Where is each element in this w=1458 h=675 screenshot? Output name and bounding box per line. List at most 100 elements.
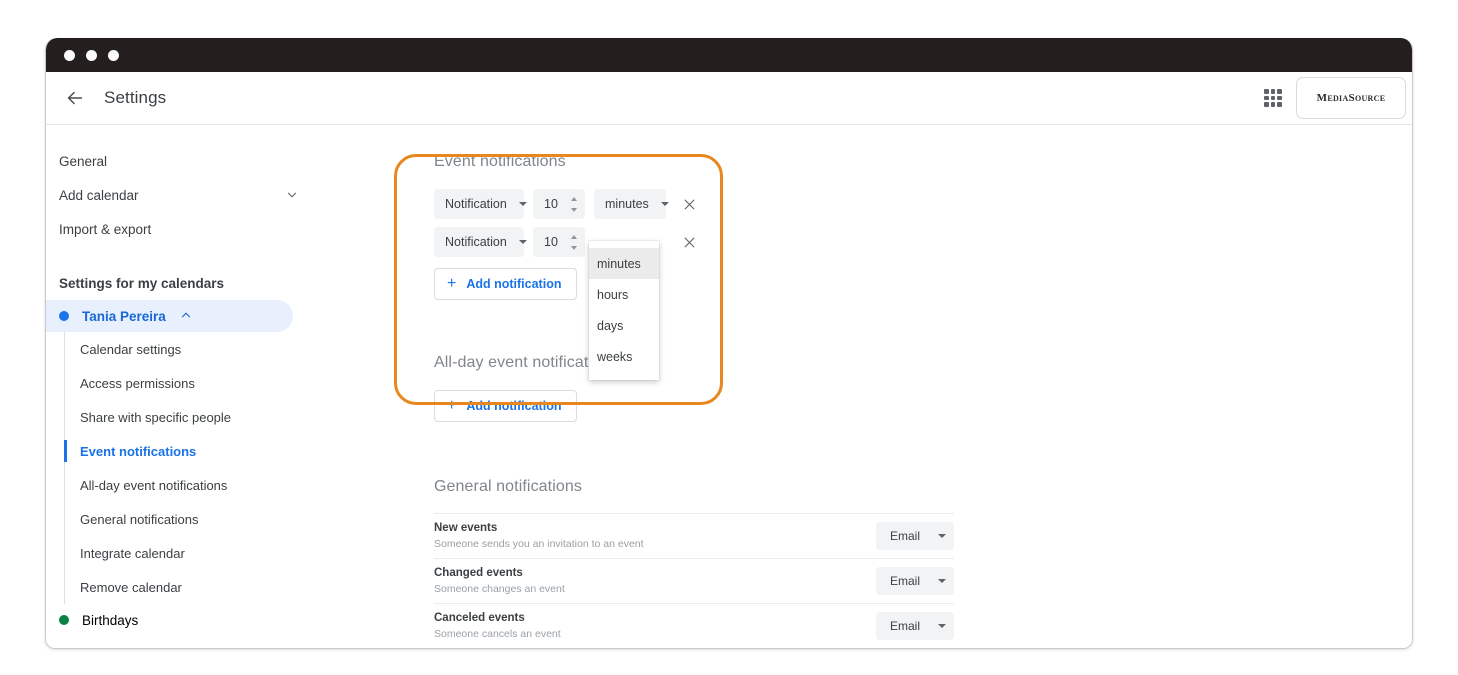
remove-notification-button[interactable] — [679, 194, 699, 214]
notification-row: Notification 10 minutes — [434, 188, 1413, 220]
notification-description: Someone sends you an invitation to an ev… — [434, 537, 876, 551]
notification-channel-value: Email — [890, 619, 920, 633]
chevron-down-icon — [285, 188, 299, 202]
add-allday-notification-button[interactable]: + Add notification — [434, 390, 577, 422]
add-notification-button[interactable]: + Add notification — [434, 268, 577, 300]
notification-row: Notification 10 minutes — [434, 226, 1413, 258]
sidebar-item-access-permissions[interactable]: Access permissions — [66, 366, 371, 400]
unit-dropdown-menu[interactable]: minutes hours days weeks — [589, 241, 659, 380]
notification-name: Changed events — [434, 566, 876, 582]
dropdown-option-hours[interactable]: hours — [589, 279, 659, 310]
sidebar-item-label: Import & export — [59, 222, 151, 237]
notification-channel-select[interactable]: Email — [876, 522, 954, 550]
add-notification-label: Add notification — [466, 399, 561, 413]
window-minimize-button[interactable] — [86, 50, 97, 61]
sidebar-item-general[interactable]: General — [46, 144, 299, 178]
calendar-color-dot — [59, 311, 69, 321]
sidebar-item-label: General notifications — [80, 512, 199, 527]
notification-name: New events — [434, 521, 876, 537]
dropdown-option-minutes[interactable]: minutes — [589, 248, 659, 279]
notification-name: Canceled events — [434, 611, 876, 627]
chevron-down-icon — [661, 202, 669, 206]
general-notifications-list: New events Someone sends you an invitati… — [434, 513, 954, 649]
window-titlebar — [46, 38, 1412, 72]
sidebar-item-event-notifications[interactable]: Event notifications — [66, 434, 371, 468]
sidebar-item-label: Remove calendar — [80, 580, 182, 595]
notification-info: Changed events Someone changes an event — [434, 566, 876, 596]
sidebar-item-integrate-calendar[interactable]: Integrate calendar — [66, 536, 371, 570]
chevron-down-icon — [938, 534, 946, 538]
header-actions: MediaSource — [1264, 77, 1412, 119]
dropdown-option-weeks[interactable]: weeks — [589, 341, 659, 372]
dropdown-option-label: weeks — [597, 350, 632, 364]
sidebar-item-label: Tania Pereira — [82, 309, 166, 324]
table-row-partial — [434, 648, 954, 649]
sidebar-item-label: Access permissions — [80, 376, 195, 391]
notification-description: Someone cancels an event — [434, 627, 876, 641]
sidebar-item-import-export[interactable]: Import & export — [46, 212, 299, 246]
notification-unit-value: minutes — [605, 197, 649, 211]
sidebar-item-remove-calendar[interactable]: Remove calendar — [66, 570, 371, 604]
sidebar-item-label: All-day event notifications — [80, 478, 227, 493]
window-maximize-button[interactable] — [108, 50, 119, 61]
sidebar-item-all-day-event-notifications[interactable]: All-day event notifications — [66, 468, 371, 502]
dropdown-option-label: hours — [597, 288, 628, 302]
notification-channel-select[interactable]: Email — [876, 612, 954, 640]
sidebar-item-share-with-specific-people[interactable]: Share with specific people — [66, 400, 371, 434]
sidebar-item-calendar-settings[interactable]: Calendar settings — [66, 332, 371, 366]
sidebar-item-label: Calendar settings — [80, 342, 181, 357]
plus-icon: + — [447, 398, 456, 414]
dropdown-option-label: minutes — [597, 257, 641, 271]
sidebar-item-general-notifications[interactable]: General notifications — [66, 502, 371, 536]
sidebar: General Add calendar Import & export Set… — [46, 125, 371, 649]
notification-amount-value: 10 — [544, 197, 558, 211]
notification-amount-stepper[interactable]: 10 — [533, 227, 585, 257]
browser-window: Settings MediaSource General Add calenda… — [45, 38, 1413, 649]
notification-type-value: Notification — [445, 197, 507, 211]
notification-unit-select[interactable]: minutes — [594, 189, 666, 219]
notification-channel-value: Email — [890, 529, 920, 543]
notification-type-value: Notification — [445, 235, 507, 249]
app-header: Settings MediaSource — [46, 72, 1412, 125]
sidebar-item-label: Birthdays — [82, 613, 138, 628]
sidebar-item-label: Integrate calendar — [80, 546, 185, 561]
page-title: Settings — [104, 88, 166, 108]
sidebar-item-label: Event notifications — [80, 444, 196, 459]
plus-icon: + — [447, 276, 456, 292]
notification-channel-value: Email — [890, 574, 920, 588]
sidebar-item-label: Add calendar — [59, 188, 139, 203]
remove-notification-button[interactable] — [679, 232, 699, 252]
arrow-left-icon[interactable] — [63, 86, 87, 110]
sidebar-section-heading: Settings for my calendars — [46, 266, 371, 300]
notification-channel-select[interactable]: Email — [876, 567, 954, 595]
sidebar-item-add-calendar[interactable]: Add calendar — [46, 178, 299, 212]
notification-description: Someone changes an event — [434, 582, 876, 596]
stepper-arrows-icon[interactable] — [570, 235, 579, 250]
apps-grid-icon[interactable] — [1264, 89, 1282, 107]
notification-amount-stepper[interactable]: 10 — [533, 189, 585, 219]
dropdown-option-days[interactable]: days — [589, 310, 659, 341]
notification-info: New events Someone sends you an invitati… — [434, 521, 876, 551]
table-row: Canceled events Someone cancels an event… — [434, 603, 954, 648]
chevron-down-icon — [519, 202, 527, 206]
stepper-arrows-icon[interactable] — [570, 197, 579, 212]
chevron-down-icon — [519, 240, 527, 244]
brand-logo-text: MediaSource — [1317, 92, 1386, 104]
window-close-button[interactable] — [64, 50, 75, 61]
notification-type-select[interactable]: Notification — [434, 189, 524, 219]
calendar-color-dot — [59, 615, 69, 625]
table-row: Changed events Someone changes an event … — [434, 558, 954, 603]
chevron-down-icon — [938, 624, 946, 628]
main-content: Event notifications Notification 10 minu… — [371, 125, 1413, 649]
avatar[interactable]: MediaSource — [1296, 77, 1406, 119]
notification-info: Canceled events Someone cancels an event — [434, 611, 876, 641]
dropdown-option-label: days — [597, 319, 623, 333]
sidebar-item-birthdays[interactable]: Birthdays — [46, 604, 293, 636]
sidebar-item-tania-pereira[interactable]: Tania Pereira — [46, 300, 293, 332]
sidebar-subitems: Calendar settings Access permissions Sha… — [46, 332, 371, 604]
event-notifications-heading: Event notifications — [434, 153, 1413, 171]
general-notifications-heading: General notifications — [434, 478, 1413, 496]
notification-type-select[interactable]: Notification — [434, 227, 524, 257]
table-row: New events Someone sends you an invitati… — [434, 513, 954, 558]
notification-amount-value: 10 — [544, 235, 558, 249]
